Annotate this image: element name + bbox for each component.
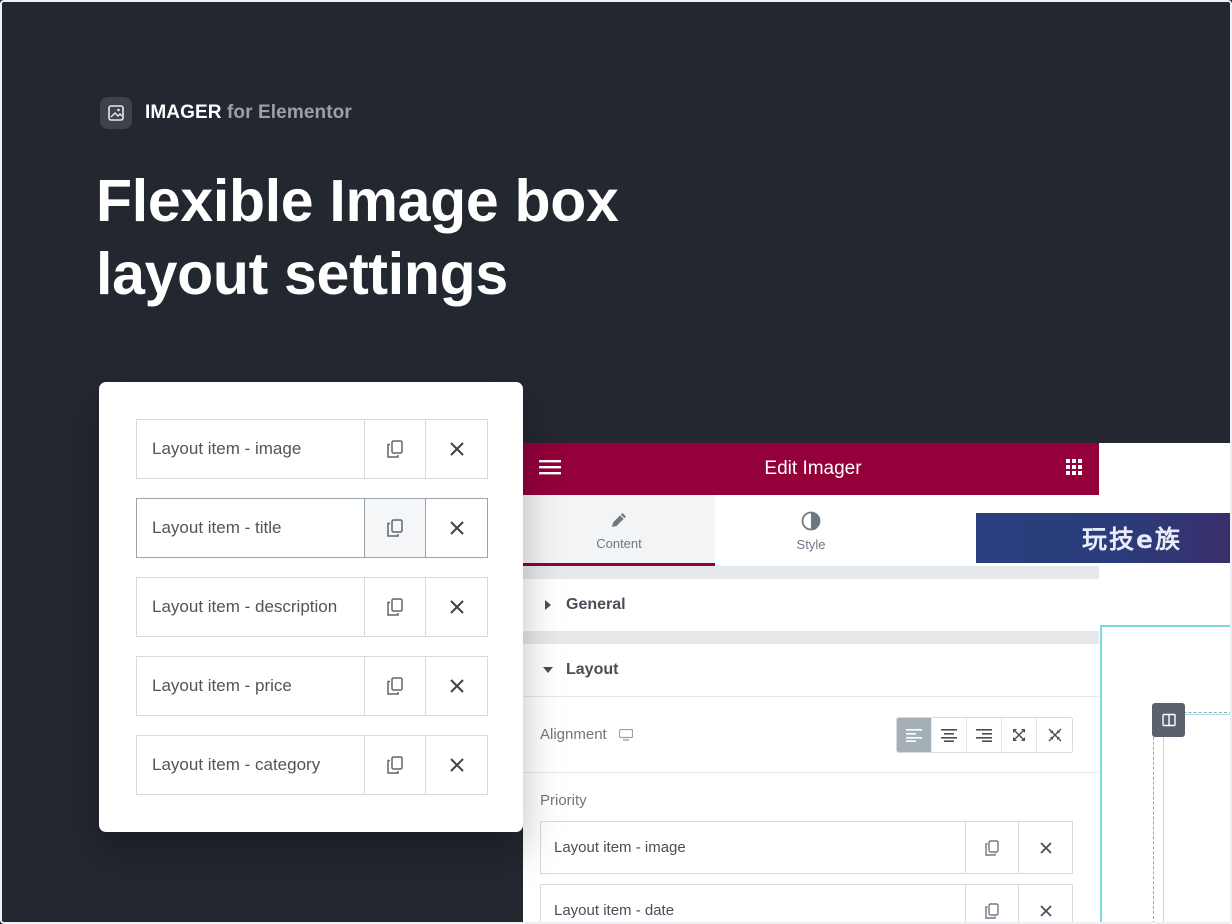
duplicate-button[interactable]	[365, 420, 426, 478]
layout-item-label: Layout item - category	[137, 736, 365, 794]
layout-items-card: Layout item - image Layout item - title	[99, 382, 523, 832]
remove-button[interactable]	[426, 499, 487, 557]
remove-button[interactable]	[1019, 885, 1072, 924]
brand-title: IMAGER for Elementor	[145, 102, 352, 124]
brand-suffix: for Elementor	[227, 102, 352, 123]
section-general-label: General	[566, 596, 626, 613]
editor-title: Edit Imager	[764, 458, 862, 479]
pencil-icon	[609, 508, 629, 532]
layout-item-label: Layout item - price	[137, 657, 365, 715]
duplicate-icon	[387, 677, 403, 695]
section-layout-toggle[interactable]: Layout	[523, 644, 1099, 696]
layout-item-label: Layout item - description	[137, 578, 365, 636]
priority-item-label: Layout item - date	[541, 885, 966, 924]
desktop-icon[interactable]	[618, 728, 633, 741]
remove-button[interactable]	[426, 736, 487, 794]
layout-item-label: Layout item - title	[137, 499, 365, 557]
section-general-toggle[interactable]: General	[523, 579, 1099, 631]
duplicate-button[interactable]	[365, 578, 426, 636]
duplicate-icon	[387, 440, 403, 458]
layout-item[interactable]: Layout item - description	[136, 577, 488, 637]
alignment-label: Alignment	[540, 726, 607, 743]
widgets-grid-icon[interactable]	[1065, 458, 1083, 481]
section-gap	[523, 631, 1099, 644]
close-icon	[449, 679, 464, 693]
duplicate-button[interactable]	[966, 885, 1019, 924]
priority-item[interactable]: Layout item - date	[540, 884, 1073, 924]
caret-right-icon	[541, 600, 555, 610]
overlay-banner: 玩技e族	[976, 513, 1232, 563]
brand-name: IMAGER	[145, 102, 222, 123]
duplicate-button[interactable]	[365, 499, 426, 557]
align-center-icon	[941, 728, 957, 742]
close-icon	[1039, 904, 1052, 917]
hamburger-menu-icon[interactable]	[539, 459, 561, 480]
remove-button[interactable]	[1019, 822, 1072, 873]
close-icon	[449, 600, 464, 614]
duplicate-button[interactable]	[966, 822, 1019, 873]
duplicate-button[interactable]	[365, 736, 426, 794]
align-compress-button[interactable]	[1037, 717, 1072, 752]
contrast-icon	[801, 509, 821, 533]
compress-icon	[1048, 728, 1061, 741]
remove-button[interactable]	[426, 420, 487, 478]
canvas-column-guide	[1153, 712, 1154, 924]
align-left-icon	[906, 728, 922, 742]
tab-content-label: Content	[596, 535, 642, 551]
layout-item-label: Layout item - image	[137, 420, 365, 478]
section-layout-label: Layout	[566, 661, 619, 678]
tab-style[interactable]: Style	[715, 495, 907, 566]
align-center-button[interactable]	[932, 717, 967, 752]
alignment-button-group	[896, 716, 1073, 753]
layout-item[interactable]: Layout item - image	[136, 419, 488, 479]
duplicate-icon	[387, 519, 403, 537]
duplicate-icon	[387, 598, 403, 616]
headline-line-2: layout settings	[96, 241, 508, 307]
remove-button[interactable]	[426, 657, 487, 715]
tab-style-label: Style	[796, 537, 826, 552]
align-right-button[interactable]	[967, 717, 1002, 752]
close-icon	[449, 442, 464, 456]
canvas-widget-outline	[1163, 714, 1232, 924]
expand-icon	[1013, 728, 1025, 741]
overlay-banner-text: 玩技e族	[1082, 525, 1182, 554]
section-gap	[523, 567, 1099, 579]
priority-item-label: Layout item - image	[541, 822, 966, 873]
close-icon	[1039, 841, 1052, 854]
layout-item[interactable]: Layout item - price	[136, 656, 488, 716]
brand: IMAGER for Elementor	[100, 97, 352, 129]
duplicate-icon	[985, 839, 999, 856]
priority-item[interactable]: Layout item - image	[540, 821, 1073, 874]
align-right-icon	[976, 728, 992, 742]
column-handle-button[interactable]	[1152, 703, 1185, 737]
remove-button[interactable]	[426, 578, 487, 636]
duplicate-icon	[985, 902, 999, 919]
align-left-button[interactable]	[897, 717, 932, 752]
column-icon	[1161, 713, 1176, 727]
tab-content[interactable]: Content	[523, 495, 715, 566]
editor-header: Edit Imager	[523, 443, 1099, 495]
headline-line-1: Flexible Image box	[96, 168, 619, 234]
image-edit-icon	[100, 97, 132, 129]
align-stretch-button[interactable]	[1002, 717, 1037, 752]
duplicate-icon	[387, 756, 403, 774]
duplicate-button[interactable]	[365, 657, 426, 715]
close-icon	[449, 758, 464, 772]
layout-item[interactable]: Layout item - title	[136, 498, 488, 558]
alignment-label-wrap: Alignment	[540, 726, 633, 743]
layout-item[interactable]: Layout item - category	[136, 735, 488, 795]
alignment-control: Alignment	[523, 697, 1099, 773]
caret-down-icon	[541, 666, 555, 674]
headline: Flexible Image box layout settings	[96, 165, 619, 311]
priority-label: Priority	[540, 792, 587, 809]
close-icon	[449, 521, 464, 535]
